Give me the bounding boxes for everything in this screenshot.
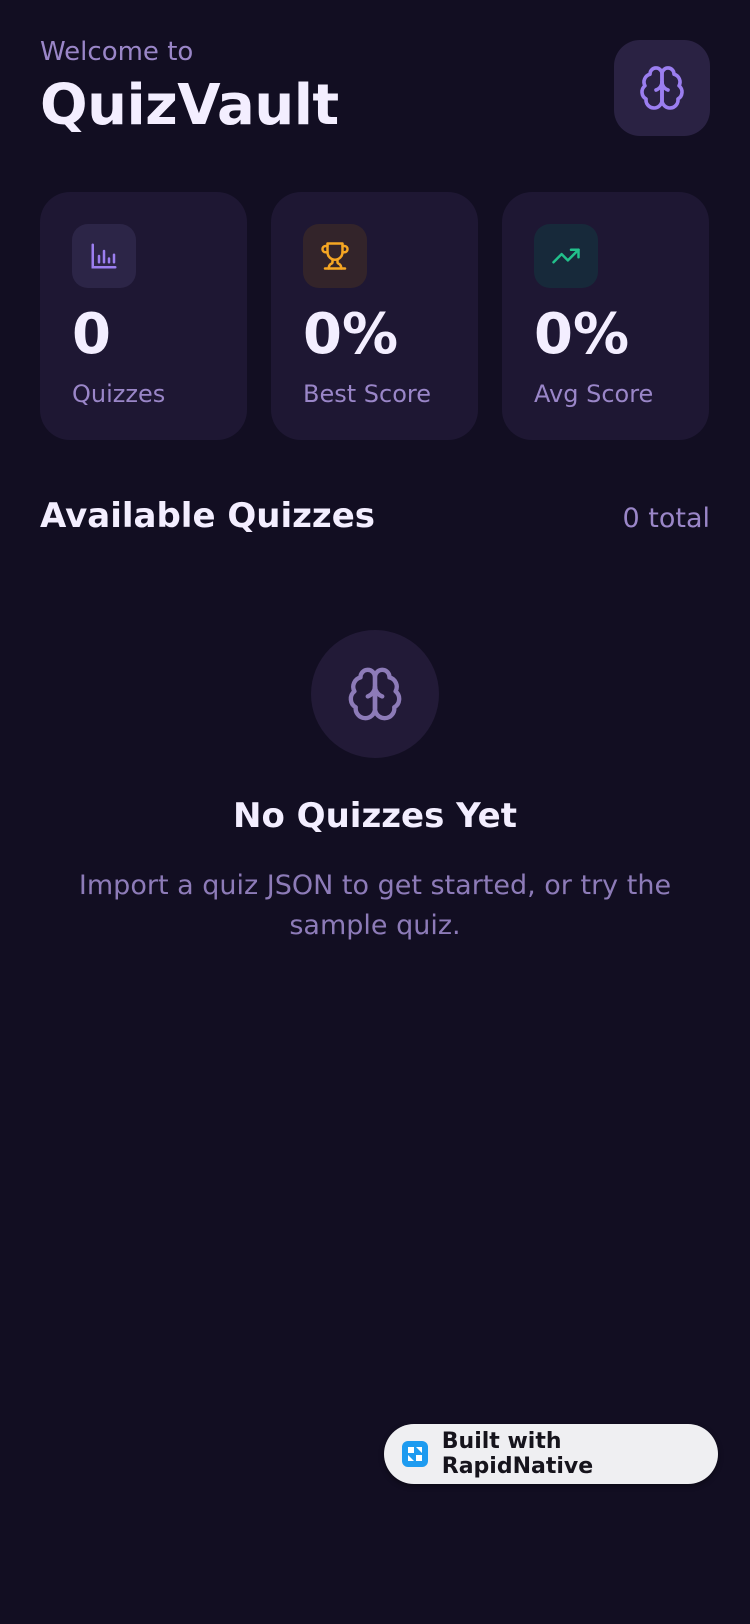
stat-value: 0% — [534, 302, 630, 367]
stat-label: Avg Score — [534, 380, 654, 408]
stat-icon-box — [534, 224, 598, 288]
quiz-count: 0 total — [622, 503, 711, 534]
stat-value: 0% — [303, 302, 399, 367]
section-title: Available Quizzes — [40, 496, 375, 536]
empty-state-title: No Quizzes Yet — [233, 796, 517, 836]
brain-icon — [640, 66, 684, 110]
bar-chart-icon — [91, 243, 117, 269]
header: Welcome to QuizVault — [40, 0, 710, 150]
empty-state-icon-circle — [311, 630, 439, 758]
stat-card-quizzes: 0 Quizzes — [40, 192, 247, 440]
trending-up-icon — [552, 248, 580, 264]
stat-label: Quizzes — [72, 380, 166, 408]
empty-state: No Quizzes Yet Import a quiz JSON to get… — [40, 630, 710, 946]
built-with-badge[interactable]: Built with RapidNative — [384, 1424, 718, 1484]
stat-icon-box — [72, 224, 136, 288]
rapidnative-logo-icon — [402, 1441, 428, 1467]
stat-icon-box — [303, 224, 367, 288]
rapidnative-logo-glyph — [407, 1447, 422, 1461]
brain-button[interactable] — [614, 40, 710, 136]
empty-state-text: Import a quiz JSON to get started, or tr… — [78, 870, 672, 941]
brain-icon — [348, 667, 402, 721]
badge-text: Built with RapidNative — [441, 1429, 594, 1479]
trophy-icon — [321, 242, 349, 270]
stat-card-best-score: 0% Best Score — [271, 192, 478, 440]
section-header: Available Quizzes 0 total — [40, 496, 710, 536]
home-screen: Welcome to QuizVault 0 Quizzes 0% Best S… — [0, 0, 750, 1624]
stat-label: Best Score — [303, 380, 431, 408]
stat-card-avg-score: 0% Avg Score — [502, 192, 709, 440]
app-title: QuizVault — [40, 73, 339, 138]
welcome-text: Welcome to — [40, 37, 194, 67]
stat-value: 0 — [72, 302, 111, 367]
stats-row: 0 Quizzes 0% Best Score 0% Avg Score — [40, 192, 710, 440]
